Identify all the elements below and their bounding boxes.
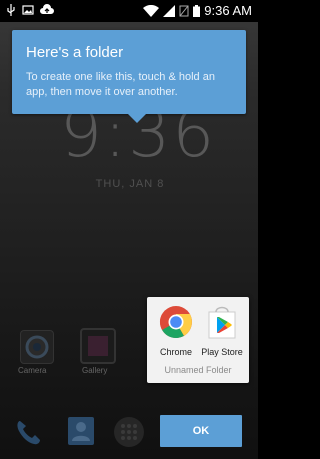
camera-app-icon <box>20 330 54 364</box>
gallery-icon <box>88 336 108 356</box>
camera-label: Camera <box>18 366 47 375</box>
camera-icon <box>25 335 49 359</box>
gallery-label: Gallery <box>82 366 108 375</box>
phone-icon <box>17 421 40 445</box>
date-widget: THU, JAN 8 <box>95 178 165 190</box>
no-sim-icon <box>179 5 189 16</box>
chrome-icon <box>159 306 192 339</box>
battery-icon <box>193 4 201 17</box>
folder-popup: Chrome Play Store Unnamed Folder <box>147 297 249 383</box>
chrome-label: Chrome <box>159 347 192 357</box>
usb-icon <box>7 4 15 16</box>
folder-name[interactable]: Unnamed Folder <box>147 365 249 375</box>
tooltip-title: Here's a folder <box>26 44 124 61</box>
contacts-icon <box>68 417 94 445</box>
folder-app-chrome[interactable]: Chrome <box>151 305 201 357</box>
ok-button[interactable]: OK <box>160 415 242 447</box>
all-apps-icon <box>114 417 144 447</box>
wifi-icon <box>143 4 160 17</box>
play-store-label: Play Store <box>201 347 243 357</box>
play-store-icon <box>208 306 236 339</box>
status-bar-left <box>6 4 54 16</box>
status-bar-right: 9:36 AM <box>143 3 252 18</box>
signal-icon <box>163 4 176 17</box>
folder-app-play-store[interactable]: Play Store <box>197 305 247 357</box>
cloud-upload-icon <box>40 4 54 14</box>
tooltip-arrow <box>128 114 146 123</box>
folder-tooltip: Here's a folder To create one like this,… <box>12 30 246 123</box>
gallery-app-icon <box>80 328 116 364</box>
image-icon <box>22 5 34 15</box>
status-time: 9:36 AM <box>204 3 252 18</box>
home-screen: 9:36 AM 9:36 THU, JAN 8 Here's a folder … <box>0 0 258 459</box>
tooltip-body: To create one like this, touch & hold an… <box>26 71 215 98</box>
status-bar: 9:36 AM <box>0 0 258 22</box>
